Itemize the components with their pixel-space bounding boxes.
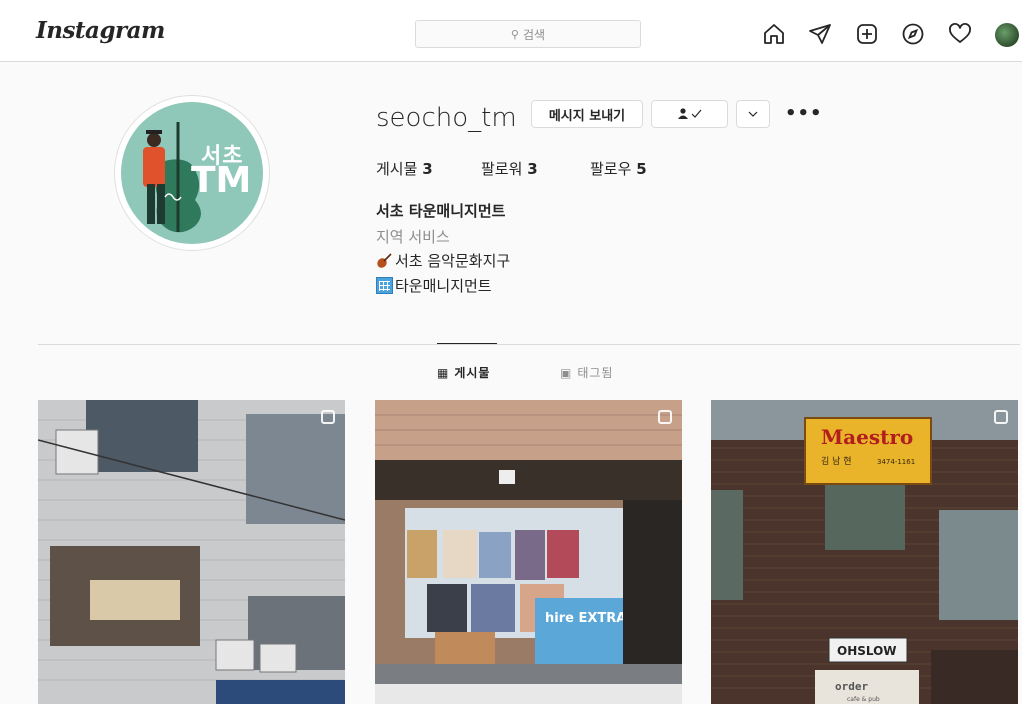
instagram-logo[interactable]: Instagram xyxy=(36,17,165,44)
send-message-button[interactable]: 메시지 보내기 xyxy=(531,100,643,128)
multiple-photos-icon xyxy=(658,410,672,424)
new-post-icon[interactable] xyxy=(855,22,879,46)
ohslow-sign-text: OHSLOW xyxy=(837,644,897,658)
bio-line-1-text: 서초 음악문화지구 xyxy=(395,252,511,270)
explore-compass-icon[interactable] xyxy=(901,22,925,46)
profile-username: seocho_tm xyxy=(376,103,517,133)
search-input[interactable]: ⚲ 검색 xyxy=(415,20,641,48)
following-label: 팔로우 xyxy=(590,160,632,178)
followers-label: 팔로워 xyxy=(481,160,523,178)
bio-line-2: 타운매니지먼트 xyxy=(376,275,492,296)
tab-posts[interactable]: ▦ 게시물 xyxy=(437,364,490,381)
post-thumbnail-2[interactable]: hire EXTRA COLD xyxy=(375,400,682,704)
multiple-photos-icon xyxy=(321,410,335,424)
maestro-sign-phone: 3474-1161 xyxy=(877,458,915,466)
tagged-icon: ▣ xyxy=(560,365,573,380)
more-options-icon[interactable]: ••• xyxy=(785,103,823,124)
order-sign-sub: cafe & pub xyxy=(847,696,880,703)
maestro-sign-sub: 김 남 현 xyxy=(821,455,852,467)
activity-heart-icon[interactable] xyxy=(948,22,972,46)
followers-count: 3 xyxy=(527,160,538,178)
profile-tabs-divider xyxy=(38,344,1020,345)
calendar-emoji-icon xyxy=(376,277,393,294)
storefront-photo: hire EXTRA COLD xyxy=(375,400,682,704)
tab-posts-label: 게시물 xyxy=(454,366,491,380)
search-placeholder: 검색 xyxy=(522,27,546,42)
building-facade-photo xyxy=(38,400,345,704)
avatar-text-bottom: TM xyxy=(191,160,252,201)
profile-avatar-icon[interactable] xyxy=(995,23,1019,47)
posts-label: 게시물 xyxy=(376,160,418,178)
following-stat[interactable]: 팔로우 5 xyxy=(590,158,647,179)
post-thumbnail-1[interactable] xyxy=(38,400,345,704)
direct-message-icon[interactable] xyxy=(808,22,832,46)
bio-line-1: 서초 음악문화지구 xyxy=(376,250,510,271)
grid-icon: ▦ xyxy=(437,365,450,380)
profile-picture[interactable]: 서초 TM xyxy=(114,95,270,251)
posts-count: 3 xyxy=(422,160,433,178)
active-tab-indicator xyxy=(437,343,497,344)
order-sign-text: order xyxy=(835,680,868,693)
violin-emoji-icon xyxy=(376,252,393,269)
maestro-sign-text: Maestro xyxy=(821,425,913,449)
following-status-button[interactable] xyxy=(651,100,728,128)
tab-tagged-label: 태그됨 xyxy=(577,366,614,380)
profile-picture-image: 서초 TM xyxy=(121,102,263,244)
home-icon[interactable] xyxy=(762,22,786,46)
bio-line-2-text: 타운매니지먼트 xyxy=(395,277,492,295)
brick-building-photo: Maestro 김 남 현 3474-1161 OHSLOW order caf… xyxy=(711,400,1018,704)
profile-full-name: 서초 타운매니지먼트 xyxy=(376,202,506,220)
following-count: 5 xyxy=(636,160,647,178)
tab-tagged[interactable]: ▣ 태그됨 xyxy=(560,364,613,381)
followers-stat[interactable]: 팔로워 3 xyxy=(481,158,538,179)
profile-category: 지역 서비스 xyxy=(376,228,450,246)
post-thumbnail-3[interactable]: Maestro 김 남 현 3474-1161 OHSLOW order caf… xyxy=(711,400,1018,704)
following-check-icon xyxy=(677,108,701,119)
multiple-photos-icon xyxy=(994,410,1008,424)
posts-count-stat: 게시물 3 xyxy=(376,158,433,179)
suggested-accounts-dropdown[interactable] xyxy=(736,100,770,128)
search-icon: ⚲ xyxy=(510,27,519,41)
chevron-down-icon xyxy=(748,111,758,117)
top-navigation-bar: Instagram ⚲ 검색 xyxy=(0,0,1022,62)
